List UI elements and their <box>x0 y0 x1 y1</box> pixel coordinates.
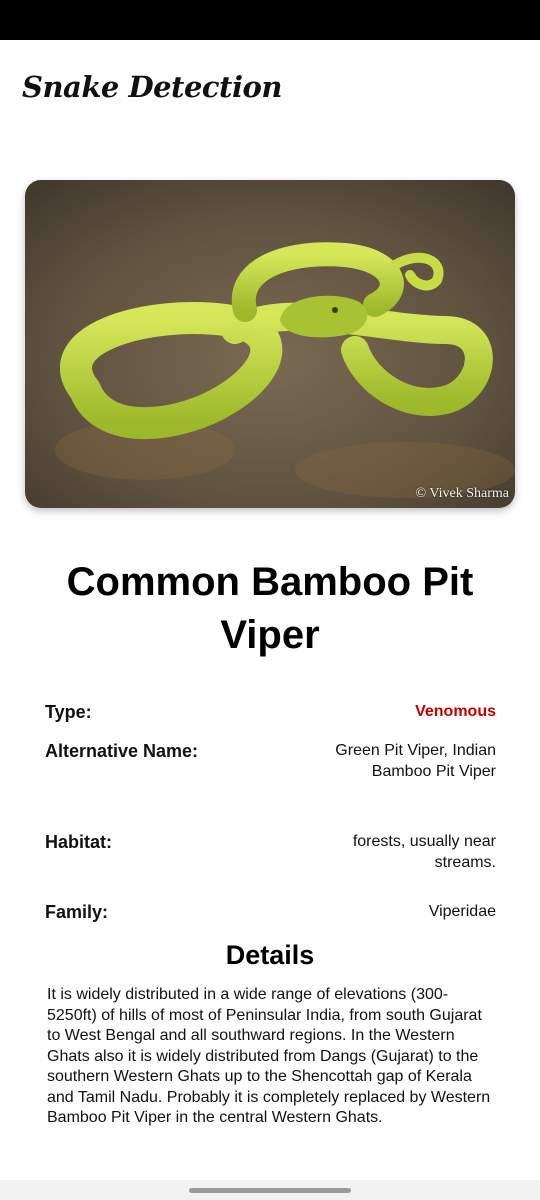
snake-photo <box>25 180 515 508</box>
app-title: Snake Detection <box>22 70 282 104</box>
habitat-label: Habitat: <box>45 832 112 852</box>
alternative-name-value: Green Pit Viper, Indian Bamboo Pit Viper <box>335 742 496 780</box>
status-bar <box>0 0 540 40</box>
photo-credit: © Vivek Sharma <box>415 486 509 501</box>
details-heading: Details <box>225 940 315 970</box>
type-label: Type: <box>45 702 92 722</box>
navigation-bar <box>0 1180 540 1200</box>
snake-name: Common Bamboo Pit Viper <box>66 560 474 657</box>
snake-image: © Vivek Sharma <box>25 180 515 508</box>
details-text: It is widely distributed in a wide range… <box>47 986 491 1126</box>
type-value: Venomous <box>415 703 496 720</box>
home-indicator[interactable] <box>189 1188 351 1193</box>
family-label: Family: <box>45 902 109 922</box>
alternative-name-label: Alternative Name: <box>45 741 199 761</box>
habitat-value: forests, usually near streams. <box>352 833 496 871</box>
family-value: Viperidae <box>428 903 496 920</box>
